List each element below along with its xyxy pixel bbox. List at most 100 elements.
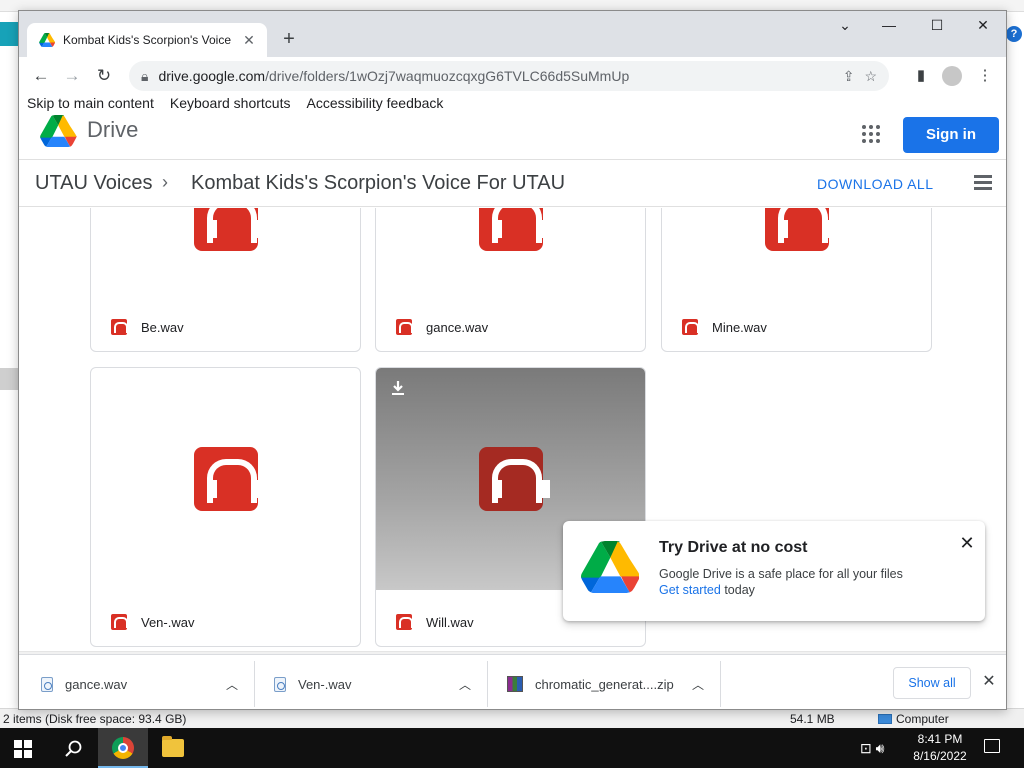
chevron-right-icon: › (162, 172, 168, 192)
back-arrow-icon[interactable]: ← (31, 66, 51, 86)
clock-date: 8/16/2022 (913, 749, 967, 763)
download-all-button[interactable]: DOWNLOAD ALL (817, 176, 933, 192)
minimize-button[interactable]: — (869, 17, 909, 33)
tab-title: Kombat Kids's Scorpion's Voice F (63, 33, 233, 47)
download-name: gance.wav (65, 676, 128, 692)
share-icon[interactable]: ⇪ (843, 68, 855, 85)
promo-cta-line: Get started today (659, 583, 755, 597)
headphones-icon (478, 208, 550, 251)
get-started-link[interactable]: Get started (659, 583, 721, 597)
chevron-up-icon[interactable]: ︿ (226, 676, 238, 693)
file-name-row: Be.wav (111, 319, 184, 335)
headphones-icon (478, 447, 550, 511)
promo-close-icon[interactable]: ✕ (957, 533, 977, 554)
url-text: drive.google.com/drive/folders/1wOzj7waq… (158, 68, 832, 84)
chevron-up-icon[interactable]: ︿ (692, 676, 704, 693)
file-card[interactable]: Ven-.wav (90, 367, 361, 647)
file-thumbnail (91, 368, 360, 590)
drive-logo-icon[interactable] (39, 115, 77, 147)
side-panel-icon[interactable]: ▮ (911, 66, 931, 86)
sign-in-button[interactable]: Sign in (903, 117, 999, 153)
file-name-row: Ven-.wav (111, 614, 194, 630)
chevron-up-icon[interactable]: ︿ (459, 676, 471, 693)
audio-file-icon (396, 319, 413, 335)
google-apps-icon[interactable] (862, 125, 880, 143)
file-thumbnail (91, 208, 360, 309)
file-card[interactable]: Be.wav (90, 208, 361, 352)
forward-arrow-icon[interactable]: → (62, 66, 82, 86)
page-title: Kombat Kids's Scorpion's Voice For UTAU (191, 172, 566, 194)
tab-drive-folder[interactable]: Kombat Kids's Scorpion's Voice F ✕ (27, 23, 267, 57)
file-card[interactable]: Mine.wav (661, 208, 932, 352)
skip-to-main-link[interactable]: Skip to main content (27, 95, 154, 115)
file-name: Mine.wav (712, 319, 767, 335)
promo-title: Try Drive at no cost (659, 539, 808, 556)
system-clock[interactable]: 8:41 PM 8/16/2022 (905, 731, 975, 765)
file-name: Will.wav (426, 614, 474, 630)
browser-toolbar: ← → ↻ 🔒︎ drive.google.com/drive/folders/… (19, 57, 1006, 95)
download-item[interactable]: gance.wav ︿ (23, 661, 255, 707)
url-path: /drive/folders/1wOzj7waqmuozcqxgG6TVLC66… (265, 68, 630, 84)
file-name-row: Mine.wav (682, 319, 767, 335)
background-teal-element (0, 22, 18, 46)
keyboard-shortcuts-link[interactable]: Keyboard shortcuts (170, 95, 291, 115)
download-name: Ven-.wav (298, 676, 352, 692)
headphones-icon (193, 447, 265, 511)
skip-links-bar: Skip to main content Keyboard shortcuts … (19, 95, 1006, 115)
chrome-taskbar-button[interactable] (98, 728, 148, 768)
file-name: Ven-.wav (141, 614, 195, 630)
file-name: Be.wav (141, 319, 184, 335)
bookmark-star-icon[interactable]: ☆ (864, 68, 877, 85)
drive-favicon-icon (39, 33, 55, 47)
notification-icon[interactable] (984, 739, 1000, 753)
tab-search-chevron-icon[interactable]: ⌄ (825, 17, 865, 34)
reload-icon[interactable]: ↻ (94, 66, 114, 86)
new-tab-button[interactable]: + (279, 29, 299, 49)
list-view-icon[interactable] (974, 175, 992, 191)
breadcrumb-root-folder[interactable]: UTAU Voices (35, 172, 152, 195)
maximize-button[interactable]: ☐ (917, 17, 957, 34)
download-item[interactable]: Ven-.wav ︿ (256, 661, 488, 707)
audio-file-icon (111, 614, 128, 630)
profile-avatar-icon[interactable] (942, 66, 962, 86)
breadcrumb: UTAU Voices › Kombat Kids's Scorpion's V… (19, 159, 1006, 207)
audio-file-icon (682, 319, 699, 335)
file-name: gance.wav (426, 319, 489, 335)
clock-time: 8:41 PM (917, 732, 963, 746)
file-name-row: gance.wav (396, 319, 488, 335)
file-explorer-icon[interactable] (162, 736, 184, 757)
promo-cta-suffix: today (720, 583, 755, 597)
close-window-button[interactable]: ✕ (963, 17, 1003, 34)
chrome-window: Kombat Kids's Scorpion's Voice F ✕ + ⌄ —… (18, 10, 1007, 710)
chrome-icon (112, 737, 134, 759)
drive-product-name[interactable]: Drive (87, 117, 138, 143)
tab-close-icon[interactable]: ✕ (241, 32, 257, 49)
explorer-status-location: Computer (878, 712, 949, 726)
more-menu-icon[interactable]: ⋮ (975, 66, 995, 86)
address-bar[interactable]: 🔒︎ drive.google.com/drive/folders/1wOzj7… (129, 61, 889, 91)
explorer-status-size: 54.1 MB (790, 712, 835, 726)
accessibility-feedback-link[interactable]: Accessibility feedback (306, 95, 443, 115)
network-volume-icons[interactable]: ⊡ 🔊︎ (860, 740, 884, 757)
headphones-icon (764, 208, 836, 251)
download-shelf: gance.wav ︿ Ven-.wav ︿ chromatic_generat… (19, 654, 1006, 709)
audio-file-icon (396, 614, 413, 630)
help-icon[interactable]: ? (1006, 26, 1022, 42)
background-gray-element (0, 368, 18, 390)
search-icon[interactable] (64, 739, 84, 759)
close-download-shelf-icon[interactable]: ✕ (979, 671, 999, 691)
download-item[interactable]: chromatic_generat....zip ︿ (489, 661, 721, 707)
explorer-status-items: 2 items (Disk free space: 93.4 GB) (3, 712, 187, 726)
file-card[interactable]: gance.wav (375, 208, 646, 352)
file-thumbnail (662, 208, 931, 309)
drive-logo-icon (581, 541, 639, 593)
windows-start-icon[interactable] (14, 740, 32, 758)
audio-file-icon (274, 676, 286, 692)
file-thumbnail (376, 208, 645, 309)
try-drive-promo: Try Drive at no cost Google Drive is a s… (563, 521, 985, 621)
show-all-downloads-button[interactable]: Show all (893, 667, 971, 699)
lock-icon[interactable]: 🔒︎ (141, 68, 148, 85)
explorer-location-label: Computer (896, 712, 949, 726)
tab-strip: Kombat Kids's Scorpion's Voice F ✕ + ⌄ —… (19, 11, 1006, 57)
download-icon[interactable] (390, 380, 406, 396)
